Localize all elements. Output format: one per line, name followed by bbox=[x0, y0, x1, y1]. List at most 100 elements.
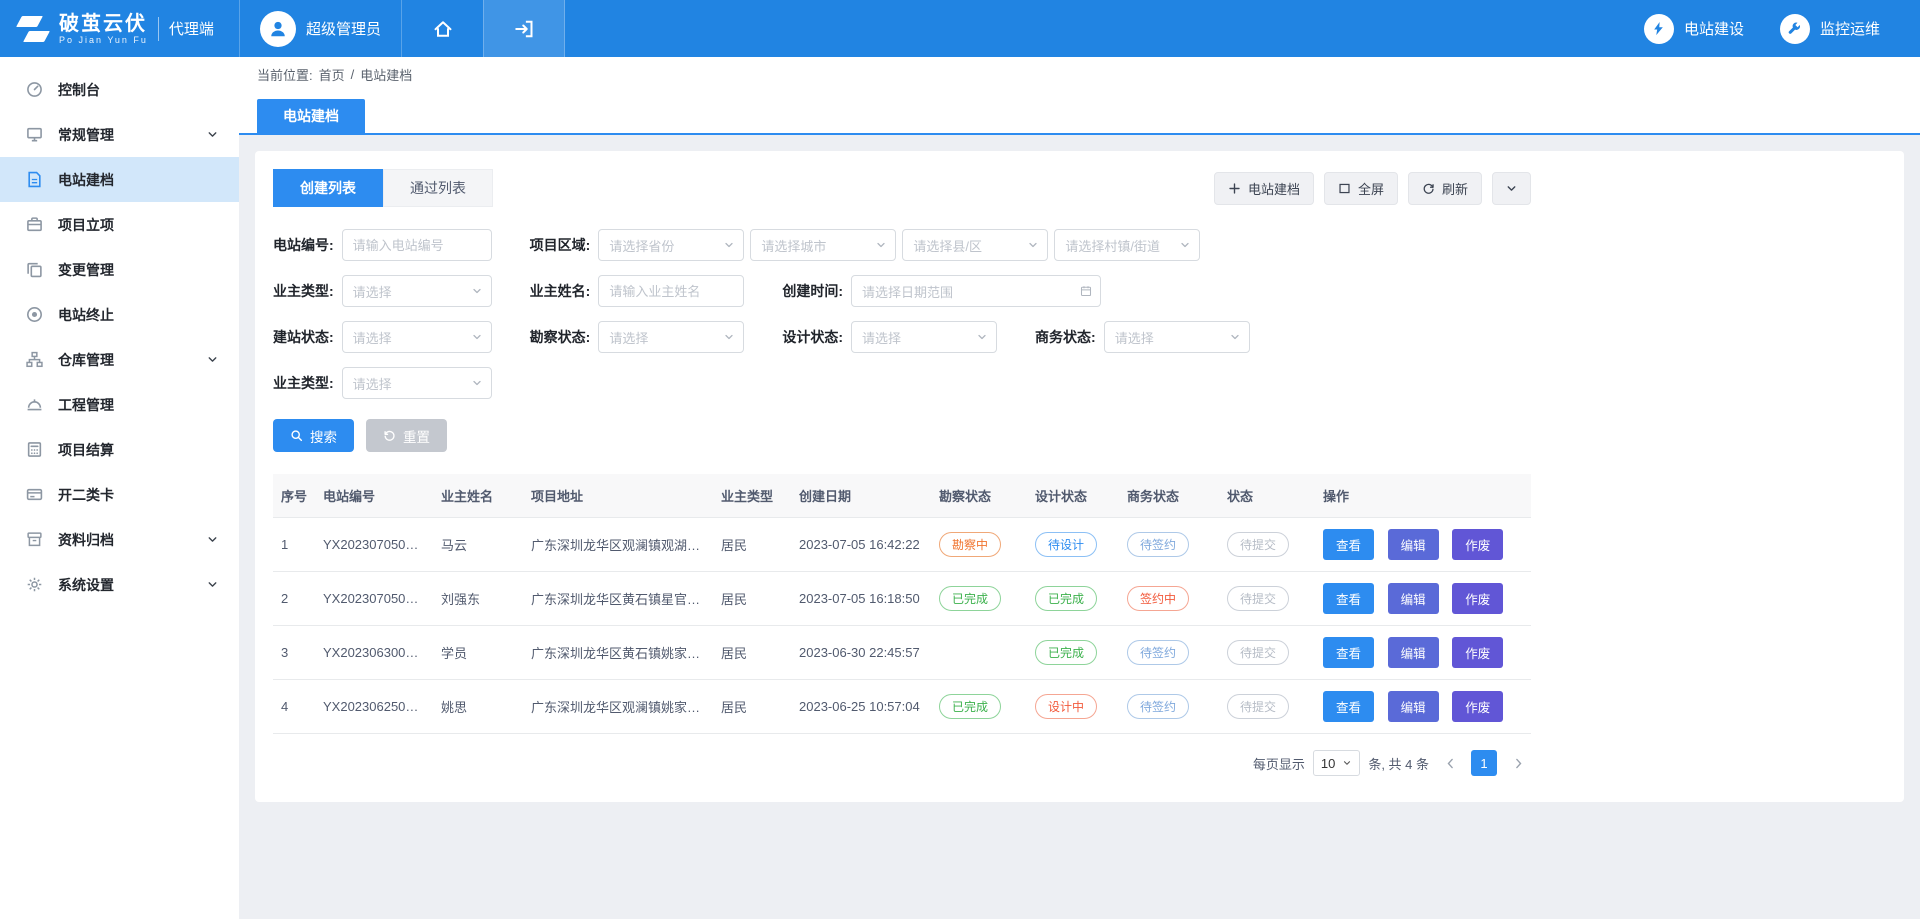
portal-label: 代理端 bbox=[169, 18, 214, 39]
pagination: 每页显示 10 条, 共 4 条 1 bbox=[273, 750, 1531, 776]
chevron-down-icon bbox=[1505, 182, 1518, 195]
chevron-down-icon bbox=[1027, 239, 1039, 251]
design-status-badge: 已完成 bbox=[1035, 640, 1097, 665]
home-icon bbox=[433, 19, 453, 39]
col-actions: 操作 bbox=[1315, 474, 1531, 518]
sidebar-item-engineering-mgmt[interactable]: 工程管理 bbox=[0, 382, 239, 427]
business-status-select[interactable]: 请选择 bbox=[1104, 321, 1250, 353]
view-button[interactable]: 查看 bbox=[1323, 529, 1374, 560]
per-page-label: 每页显示 bbox=[1253, 754, 1305, 773]
sidebar-item-label: 项目结算 bbox=[58, 440, 114, 460]
cell-owner: 姚思 bbox=[433, 680, 523, 734]
view-button[interactable]: 查看 bbox=[1323, 637, 1374, 668]
sidebar-item-station-filing[interactable]: 电站建档 bbox=[0, 157, 239, 202]
cell-created: 2023-07-05 16:42:22 bbox=[791, 518, 931, 572]
sidebar-item-general-mgmt[interactable]: 常规管理 bbox=[0, 112, 239, 157]
page-1-button[interactable]: 1 bbox=[1471, 750, 1497, 776]
collapse-filters-button[interactable] bbox=[1492, 172, 1531, 205]
survey-status-badge: 已完成 bbox=[939, 586, 1001, 611]
per-page-select[interactable]: 10 bbox=[1313, 750, 1360, 776]
business-status-badge: 待签约 bbox=[1127, 532, 1189, 557]
void-button[interactable]: 作废 bbox=[1452, 529, 1503, 560]
survey-status-select[interactable]: 请选择 bbox=[598, 321, 744, 353]
chevron-right-icon bbox=[1512, 757, 1525, 770]
edit-button[interactable]: 编辑 bbox=[1388, 691, 1439, 722]
archive-icon bbox=[26, 531, 43, 548]
void-button[interactable]: 作废 bbox=[1452, 691, 1503, 722]
view-button[interactable]: 查看 bbox=[1323, 583, 1374, 614]
breadcrumb-home[interactable]: 首页 bbox=[319, 65, 345, 84]
cell-created: 2023-06-30 22:45:57 bbox=[791, 626, 931, 680]
design-status-badge: 已完成 bbox=[1035, 586, 1097, 611]
owner-name-input[interactable] bbox=[598, 275, 744, 307]
sidebar-item-project-settlement[interactable]: 项目结算 bbox=[0, 427, 239, 472]
wrench-icon bbox=[1780, 14, 1810, 44]
sidebar-item-type2-card[interactable]: 开二类卡 bbox=[0, 472, 239, 517]
create-time-range-input[interactable]: 请选择日期范围 bbox=[851, 275, 1101, 307]
filter-label-region: 项目区域: bbox=[530, 235, 591, 255]
avatar bbox=[260, 11, 296, 47]
town-select[interactable]: 请选择村镇/街道 bbox=[1054, 229, 1200, 261]
page-tab-strip: 电站建档 bbox=[239, 91, 1920, 135]
app-logo[interactable]: 破茧云伏 Po Jian Yun Fu 代理端 bbox=[0, 0, 239, 57]
cell-owner: 学员 bbox=[433, 626, 523, 680]
cell-owner: 刘强东 bbox=[433, 572, 523, 626]
province-select[interactable]: 请选择省份 bbox=[598, 229, 744, 261]
sidebar-item-label: 工程管理 bbox=[58, 395, 114, 415]
breadcrumb-current[interactable]: 电站建档 bbox=[360, 65, 412, 84]
sidebar-item-console[interactable]: 控制台 bbox=[0, 67, 239, 112]
sidebar-item-label: 开二类卡 bbox=[58, 485, 114, 505]
sidebar-item-change-mgmt[interactable]: 变更管理 bbox=[0, 247, 239, 292]
tab-create-list[interactable]: 创建列表 bbox=[273, 169, 383, 207]
search-button[interactable]: 搜索 bbox=[273, 419, 354, 452]
nav-station-build-label: 电站建设 bbox=[1684, 18, 1744, 39]
edit-button[interactable]: 编辑 bbox=[1388, 637, 1439, 668]
fullscreen-button[interactable]: 全屏 bbox=[1324, 172, 1398, 205]
sidebar-item-label: 变更管理 bbox=[58, 260, 114, 280]
build-status-select[interactable]: 请选择 bbox=[342, 321, 492, 353]
home-button[interactable] bbox=[401, 0, 483, 57]
sidebar-item-project-approval[interactable]: 项目立项 bbox=[0, 202, 239, 247]
edit-button[interactable]: 编辑 bbox=[1388, 529, 1439, 560]
sidebar-item-data-archive[interactable]: 资料归档 bbox=[0, 517, 239, 562]
view-button[interactable]: 查看 bbox=[1323, 691, 1374, 722]
nav-station-build[interactable]: 电站建设 bbox=[1644, 14, 1744, 44]
table-row: 4 YX2023062500004 姚思 广东深圳龙华区观澜镇姚家庄... 居民… bbox=[273, 680, 1531, 734]
page-tab-station-filing[interactable]: 电站建档 bbox=[257, 99, 365, 133]
add-station-label: 电站建档 bbox=[1248, 179, 1300, 198]
fullscreen-icon bbox=[1338, 182, 1351, 195]
prev-page-button[interactable] bbox=[1437, 750, 1463, 776]
edit-button[interactable]: 编辑 bbox=[1388, 583, 1439, 614]
card-icon bbox=[26, 486, 43, 503]
owner-type2-select[interactable]: 请选择 bbox=[342, 367, 492, 399]
briefcase-icon bbox=[26, 216, 43, 233]
owner-type-select[interactable]: 请选择 bbox=[342, 275, 492, 307]
sidebar-item-system-settings[interactable]: 系统设置 bbox=[0, 562, 239, 607]
sidebar: 控制台 常规管理 电站建档 项目立项 变更管理 电站终止 仓库管理 工程管理 项… bbox=[0, 57, 239, 919]
cell-owner-type: 居民 bbox=[713, 626, 791, 680]
sidebar-item-warehouse-mgmt[interactable]: 仓库管理 bbox=[0, 337, 239, 382]
filter-label-create-time: 创建时间: bbox=[782, 281, 843, 301]
county-select[interactable]: 请选择县/区 bbox=[902, 229, 1048, 261]
void-button[interactable]: 作废 bbox=[1452, 583, 1503, 614]
design-status-select[interactable]: 请选择 bbox=[851, 321, 997, 353]
add-station-button[interactable]: 电站建档 bbox=[1214, 172, 1314, 205]
sidebar-item-station-termination[interactable]: 电站终止 bbox=[0, 292, 239, 337]
refresh-icon bbox=[1422, 182, 1435, 195]
nav-monitor-ops[interactable]: 监控运维 bbox=[1780, 14, 1880, 44]
status-badge: 待提交 bbox=[1227, 586, 1289, 611]
city-select[interactable]: 请选择城市 bbox=[750, 229, 896, 261]
per-page-value: 10 bbox=[1321, 756, 1335, 771]
cell-created: 2023-06-25 10:57:04 bbox=[791, 680, 931, 734]
next-page-button[interactable] bbox=[1505, 750, 1531, 776]
user-menu[interactable]: 超级管理员 bbox=[239, 0, 401, 57]
tab-passed-list[interactable]: 通过列表 bbox=[383, 169, 493, 207]
refresh-button[interactable]: 刷新 bbox=[1408, 172, 1482, 205]
reset-button[interactable]: 重置 bbox=[366, 419, 447, 452]
sidebar-item-label: 资料归档 bbox=[58, 530, 114, 550]
void-button[interactable]: 作废 bbox=[1452, 637, 1503, 668]
logout-button[interactable] bbox=[483, 0, 565, 57]
station-no-input[interactable] bbox=[342, 229, 492, 261]
user-icon bbox=[268, 19, 288, 39]
gear-icon bbox=[26, 576, 43, 593]
